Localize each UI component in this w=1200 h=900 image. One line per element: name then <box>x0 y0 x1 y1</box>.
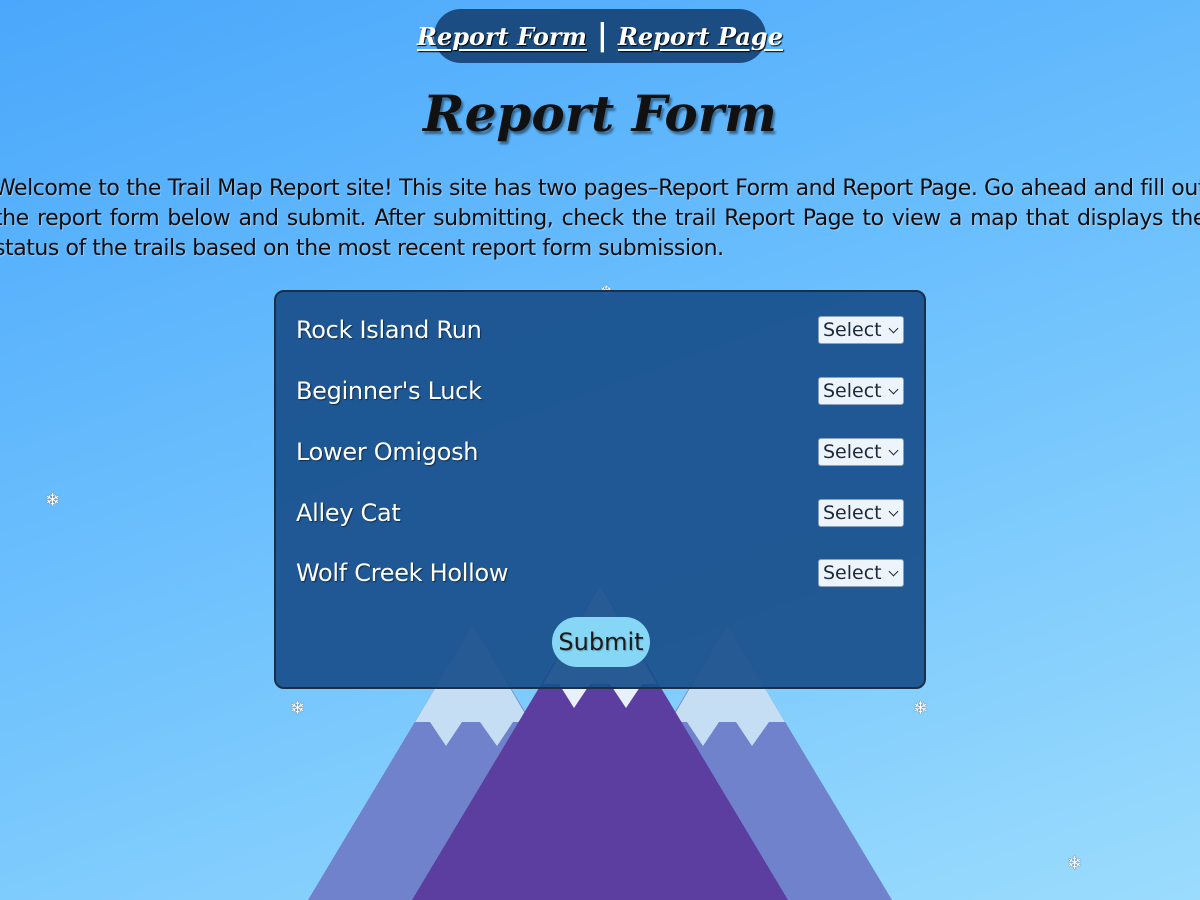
top-nav: Report Form | Report Page <box>417 9 783 63</box>
nav-link-report-form[interactable]: Report Form <box>417 22 587 51</box>
trail-label: Beginner's Luck <box>296 377 482 405</box>
snowflake-icon: ❄ <box>913 698 929 719</box>
trail-row-alley-cat: Alley Cat Select <box>296 498 904 528</box>
trail-label: Alley Cat <box>296 499 401 527</box>
select-value: Select <box>823 441 882 463</box>
trail-row-rock-island-run: Rock Island Run Select <box>296 315 904 345</box>
trail-label: Wolf Creek Hollow <box>296 559 509 587</box>
trail-status-select[interactable]: Select <box>818 316 904 344</box>
trail-status-select[interactable]: Select <box>818 438 904 466</box>
trail-row-beginners-luck: Beginner's Luck Select <box>296 376 904 406</box>
chevron-down-icon <box>888 323 899 333</box>
submit-button[interactable]: Submit <box>552 617 650 667</box>
trail-status-select[interactable]: Select <box>818 499 904 527</box>
page-title: Report Form <box>423 84 777 143</box>
intro-text: Welcome to the Trail Map Report site! Th… <box>0 176 1200 261</box>
select-value: Select <box>823 380 882 402</box>
chevron-down-icon <box>888 445 899 455</box>
chevron-down-icon <box>888 566 899 576</box>
nav-link-report-page[interactable]: Report Page <box>618 22 783 51</box>
select-value: Select <box>823 562 882 584</box>
trail-status-select[interactable]: Select <box>818 559 904 587</box>
snowflake-icon: ❄ <box>1067 853 1083 874</box>
trail-label: Rock Island Run <box>296 316 482 344</box>
trail-row-wolf-creek-hollow: Wolf Creek Hollow Select <box>296 558 904 588</box>
nav-separator: | <box>596 18 608 53</box>
trail-row-lower-omigosh: Lower Omigosh Select <box>296 437 904 467</box>
trail-status-select[interactable]: Select <box>818 377 904 405</box>
select-value: Select <box>823 319 882 341</box>
chevron-down-icon <box>888 384 899 394</box>
report-form: Rock Island Run Select Beginner's Luck S… <box>274 290 926 689</box>
trail-label: Lower Omigosh <box>296 438 479 466</box>
snowflake-icon: ❄ <box>290 698 306 719</box>
snowflake-icon: ❄ <box>45 490 61 511</box>
select-value: Select <box>823 502 882 524</box>
chevron-down-icon <box>888 506 899 516</box>
